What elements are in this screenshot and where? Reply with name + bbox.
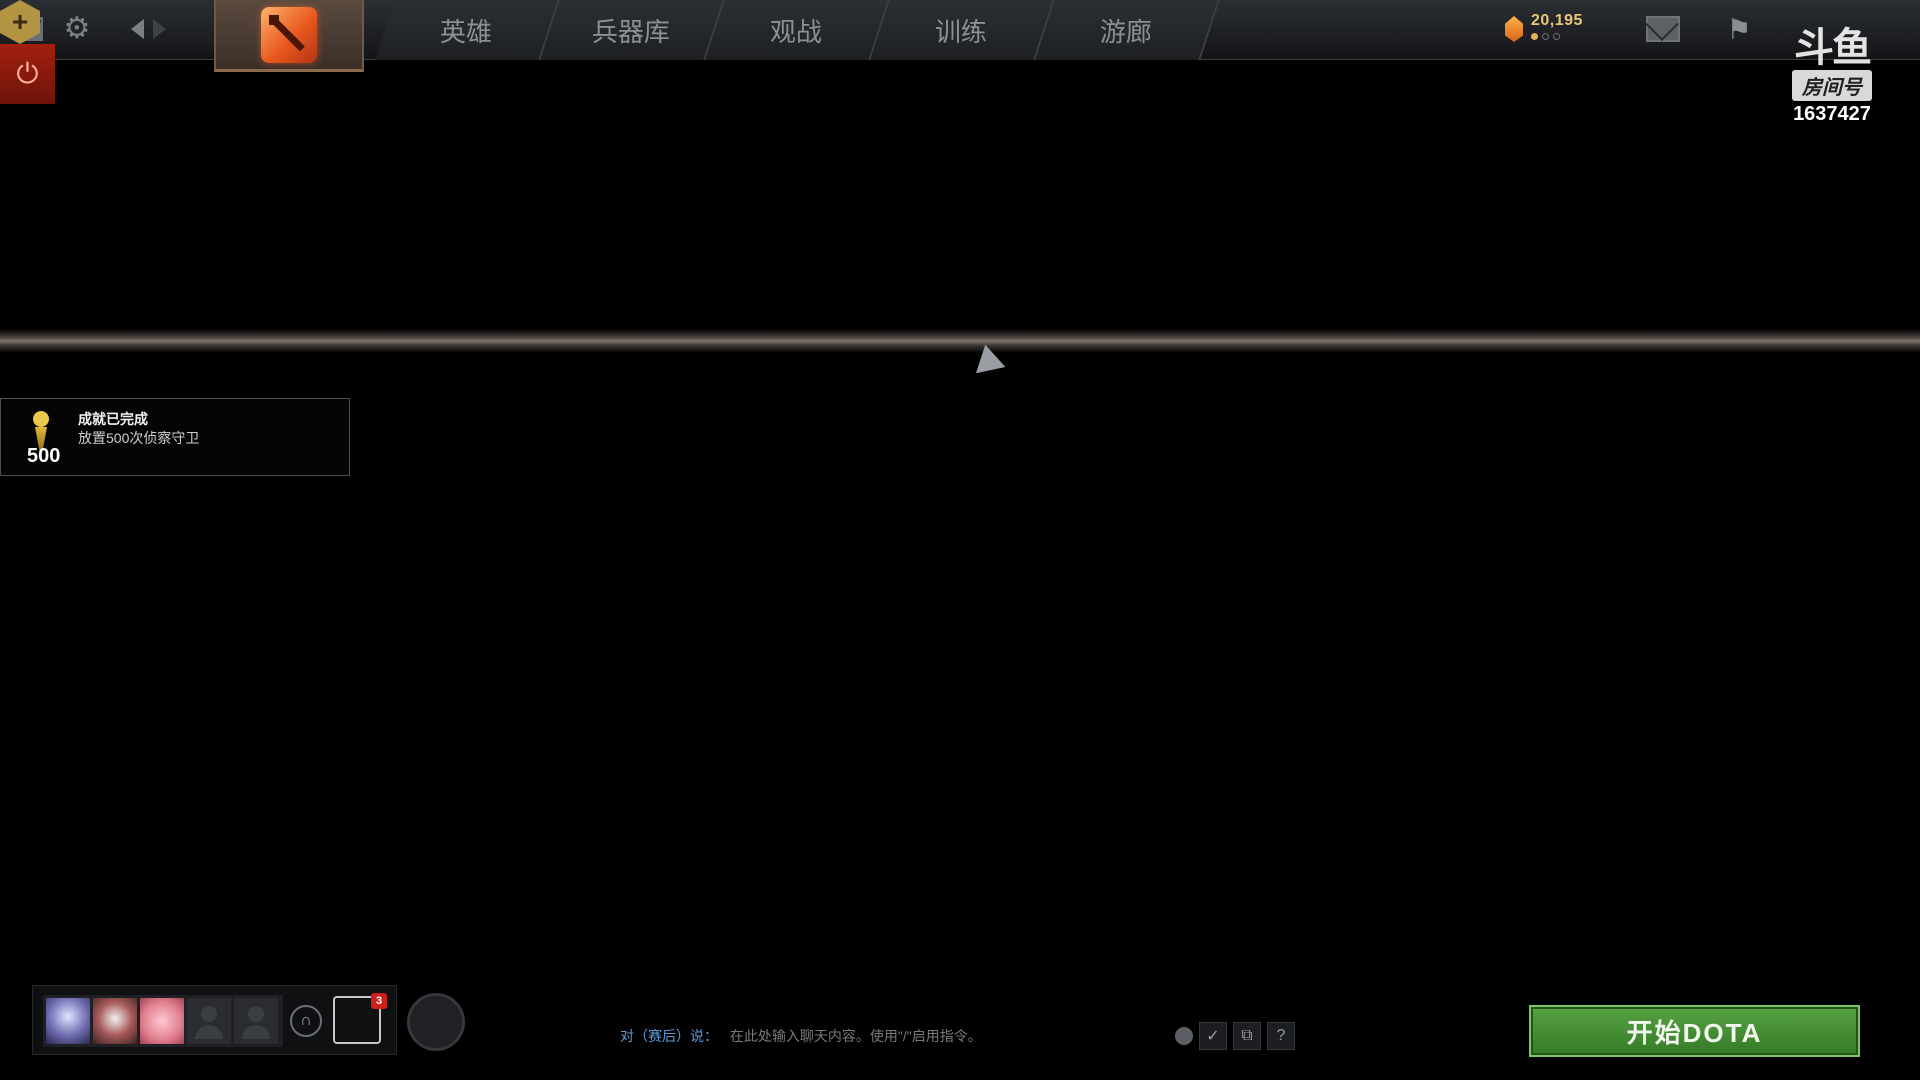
main-nav: 英雄 兵器库 观战 训练 游廊 [385,0,1210,60]
douyu-watermark: 斗鱼 房间号 1637427 [1770,28,1894,126]
achievement-title: 成就已完成 [78,409,148,429]
nav-watch[interactable]: 观战 [705,0,889,60]
empty-party-slot-icon[interactable] [187,998,231,1044]
notification-count-badge: 3 [371,993,387,1009]
room-number: 1637427 [1770,103,1894,126]
achievement-description: 放置500次侦察守卫 [78,428,199,448]
progress-dot [1553,33,1560,40]
play-dota-button[interactable]: 开始DOTA [1529,1005,1860,1057]
armory-icon[interactable]: ⚑ [1722,12,1756,46]
mail-icon[interactable] [1646,16,1680,42]
settings-gear-icon[interactable]: ⚙ [60,12,94,46]
chat-input[interactable]: 对（赛后）说： 在此处输入聊天内容。使用"/"启用指令。 [620,1026,982,1046]
nav-learn-label: 训练 [935,12,987,49]
progress-dot [1542,33,1549,40]
avatar[interactable] [46,998,90,1044]
emoticon-icon[interactable] [1175,1027,1193,1045]
nav-arcade[interactable]: 游廊 [1035,0,1219,60]
voice-chat-headset-icon[interactable]: ∩ [290,1005,322,1037]
nav-heroes[interactable]: 英雄 [375,0,559,60]
power-icon[interactable]: ⏻ [0,44,55,104]
shards-value: 20,195 [1531,12,1583,30]
nav-armory[interactable]: 兵器库 [540,0,724,60]
nav-watch-label: 观战 [770,12,822,49]
party-panel: ∩ 3 [32,985,397,1055]
checkmark-icon[interactable]: ✓ [1199,1022,1227,1050]
dota-logo-icon [261,7,317,63]
chat-tools: ✓ ⧉ ? [1175,1022,1295,1050]
chat-wheel-icon[interactable]: ⧉ [1233,1022,1261,1050]
horizontal-divider [0,329,1920,353]
nav-heroes-label: 英雄 [440,12,492,49]
help-button[interactable]: ? [1267,1022,1295,1050]
avatar[interactable] [93,998,137,1044]
chat-placeholder: 在此处输入聊天内容。使用"/"启用指令。 [730,1028,982,1044]
nav-arcade-label: 游廊 [1100,12,1152,49]
matchmaking-circle-button[interactable] [407,993,465,1051]
room-label: 房间号 [1792,70,1872,101]
douyu-logo: 斗鱼 [1770,28,1894,68]
achievement-count: 500 [27,445,60,468]
nav-learn[interactable]: 训练 [870,0,1054,60]
chat-channel-label[interactable]: 对（赛后）说： [620,1028,718,1044]
forward-arrow-icon[interactable] [142,12,176,46]
shards-display[interactable]: 20,195 [1505,12,1583,42]
achievement-toast[interactable]: 500 成就已完成 放置500次侦察守卫 [0,398,350,476]
progress-dot [1531,33,1538,40]
empty-party-slot-icon[interactable] [234,998,278,1044]
dota-logo-tab[interactable] [214,0,364,72]
shard-icon [1505,16,1523,42]
nav-armory-label: 兵器库 [592,12,670,49]
avatar[interactable] [140,998,184,1044]
shard-progress-dots [1531,33,1583,40]
top-bar: ⚙ 英雄 兵器库 观战 训练 游廊 20,195 ⚑ + ⏻ [0,0,1920,60]
party-avatars [43,995,283,1047]
